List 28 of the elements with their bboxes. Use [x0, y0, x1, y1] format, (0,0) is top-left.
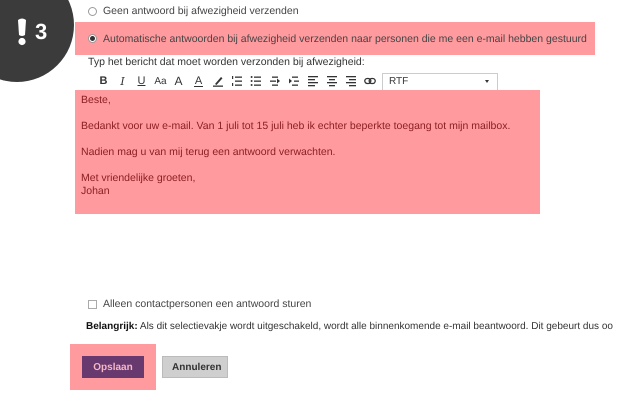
step-number: 3	[35, 19, 48, 45]
grow-font-button[interactable]: A	[170, 73, 189, 89]
indent-icon	[288, 75, 300, 87]
radio-button[interactable]	[88, 6, 97, 16]
save-button[interactable]: Opslaan	[82, 356, 144, 378]
cancel-button[interactable]: Annuleren	[162, 356, 228, 378]
font-size-button[interactable]: Aa	[151, 73, 170, 89]
option-label: Automatische antwoorden bij afwezigheid verzenden naar personen die me een e-mail hebben gestuurd	[103, 32, 587, 44]
align-right-icon	[344, 75, 356, 87]
bullet-list-icon	[250, 75, 262, 87]
bold-button[interactable]: B	[94, 73, 113, 89]
format-dropdown[interactable]: RTF	[382, 72, 498, 90]
important-note: Belangrijk: Als dit selectievakje wordt uitgeschakeld, wordt alle binnenkomende e-mail beantwoord. Dit gebeurt dus oo	[86, 321, 613, 332]
option-label: Geen antwoord bij afwezigheid verzenden	[103, 5, 299, 17]
radio-button[interactable]	[88, 34, 97, 43]
align-center-icon	[326, 75, 338, 87]
numbered-list-icon	[230, 75, 242, 87]
checkbox[interactable]	[88, 300, 97, 308]
italic-button[interactable]: I	[113, 73, 132, 89]
chain-link-icon	[364, 75, 376, 87]
pen-icon	[212, 75, 224, 87]
underline-button[interactable]: U	[132, 73, 151, 89]
message-text[interactable]: Beste, Bedankt voor uw e-mail. Van 1 juli tot 15 juli heb ik echter beperkte toegang tot mijn mailbox. Nadien mag u van mij terug een antwoord verwachten. Met vriendelijke groeten, Johan	[81, 94, 534, 198]
align-left-icon	[306, 75, 318, 87]
message-label: Typ het bericht dat moet worden verzonden bij afwezigheid:	[87, 56, 366, 68]
checkbox-label: Alleen contactpersonen een antwoord sturen	[103, 298, 312, 310]
font-color-button[interactable]: A	[194, 75, 203, 87]
outdent-icon	[268, 75, 280, 87]
